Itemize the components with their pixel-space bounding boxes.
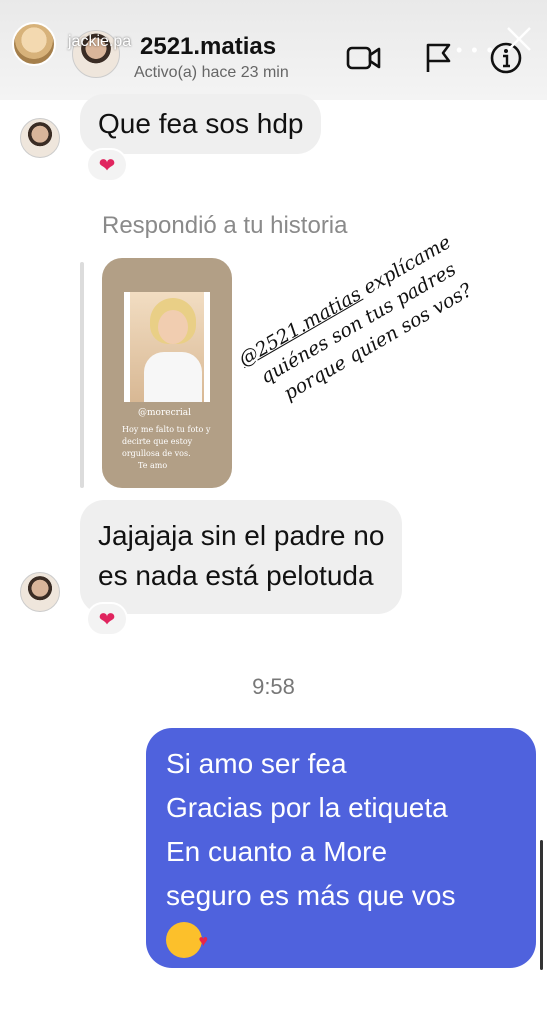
incoming-message[interactable]: Que fea sos hdp [80, 94, 322, 154]
heart-reaction[interactable]: ❤ [86, 602, 128, 636]
story-photo [124, 292, 210, 402]
story-owner-username[interactable]: jackie.pa [68, 33, 131, 51]
heart-reaction[interactable]: ❤ [86, 148, 128, 182]
story-owner-avatar[interactable] [12, 22, 56, 66]
story-handwritten-text: @2521.matias explícame quiénes son tus p… [235, 231, 476, 405]
story-thumbnail[interactable]: @morecrial Hoy me falto tu foto y decirt… [102, 258, 232, 488]
kissing-face-emoji [166, 922, 208, 958]
contact-username[interactable]: 2521.matias [140, 33, 276, 61]
sender-avatar[interactable] [20, 118, 60, 158]
timestamp: 9:58 [252, 674, 295, 699]
story-reply-label: Respondió a tu historia [102, 212, 348, 239]
more-options-icon[interactable]: • • • [456, 40, 495, 61]
heart-icon: ❤ [98, 608, 116, 631]
flag-icon[interactable] [420, 40, 456, 76]
incoming-message[interactable]: Jajajaja sin el padre no es nada está pe… [80, 500, 403, 614]
scrollbar[interactable] [540, 840, 543, 970]
chat-header: jackie.pa 2521.matias Activo(a) hace 23 … [0, 0, 547, 100]
story-caption: Hoy me falto tu foto y decirte que estoy… [122, 425, 211, 470]
close-icon[interactable] [504, 24, 534, 54]
sender-avatar[interactable] [20, 572, 60, 612]
contact-status: Activo(a) hace 23 min [134, 64, 289, 81]
video-call-icon[interactable] [346, 40, 382, 76]
heart-icon: ❤ [98, 154, 116, 177]
story-mention-tag: @morecrial [138, 408, 192, 418]
reply-indicator-line [80, 262, 84, 488]
outgoing-message[interactable]: Si amo ser fea Gracias por la etiqueta E… [146, 728, 536, 968]
